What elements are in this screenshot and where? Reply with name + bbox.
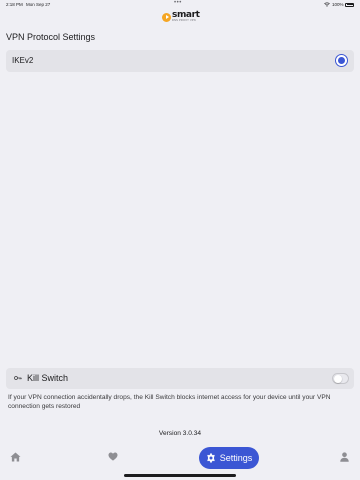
play-logo-icon bbox=[162, 12, 171, 22]
home-icon[interactable] bbox=[10, 452, 21, 462]
status-time: 2:18 PM bbox=[6, 2, 23, 7]
key-icon bbox=[14, 376, 22, 380]
status-bar: 2:18 PM Mon Sep 27 ••• 100% bbox=[0, 0, 360, 9]
protocol-radio-selected[interactable] bbox=[335, 54, 348, 67]
kill-switch-description: If your VPN connection accidentally drop… bbox=[8, 394, 331, 410]
multitask-indicator[interactable]: ••• bbox=[174, 0, 182, 6]
app-version: Version 3.0.34 bbox=[158, 430, 202, 437]
gear-icon bbox=[206, 453, 215, 463]
battery-icon bbox=[345, 2, 354, 7]
app-logo: smart DNS PROXY VPN bbox=[162, 10, 200, 24]
protocol-option-ikev2[interactable]: IKEv2 bbox=[6, 50, 354, 72]
vpn-protocol-section-title: VPN Protocol Settings bbox=[6, 32, 96, 42]
battery-percentage: 100% bbox=[332, 2, 344, 7]
person-icon[interactable] bbox=[340, 452, 349, 462]
logo-tagline: DNS PROXY VPN bbox=[172, 19, 196, 23]
status-date: Mon Sep 27 bbox=[26, 2, 51, 7]
wifi-icon bbox=[324, 2, 330, 7]
kill-switch-row: Kill Switch bbox=[6, 368, 354, 389]
home-indicator bbox=[124, 474, 236, 477]
protocol-option-label: IKEv2 bbox=[12, 56, 34, 65]
tab-settings-label: Settings bbox=[219, 453, 253, 463]
tab-settings[interactable]: Settings bbox=[199, 447, 259, 469]
heart-icon[interactable] bbox=[108, 452, 118, 461]
kill-switch-toggle[interactable] bbox=[332, 373, 349, 384]
kill-switch-label: Kill Switch bbox=[27, 373, 69, 383]
